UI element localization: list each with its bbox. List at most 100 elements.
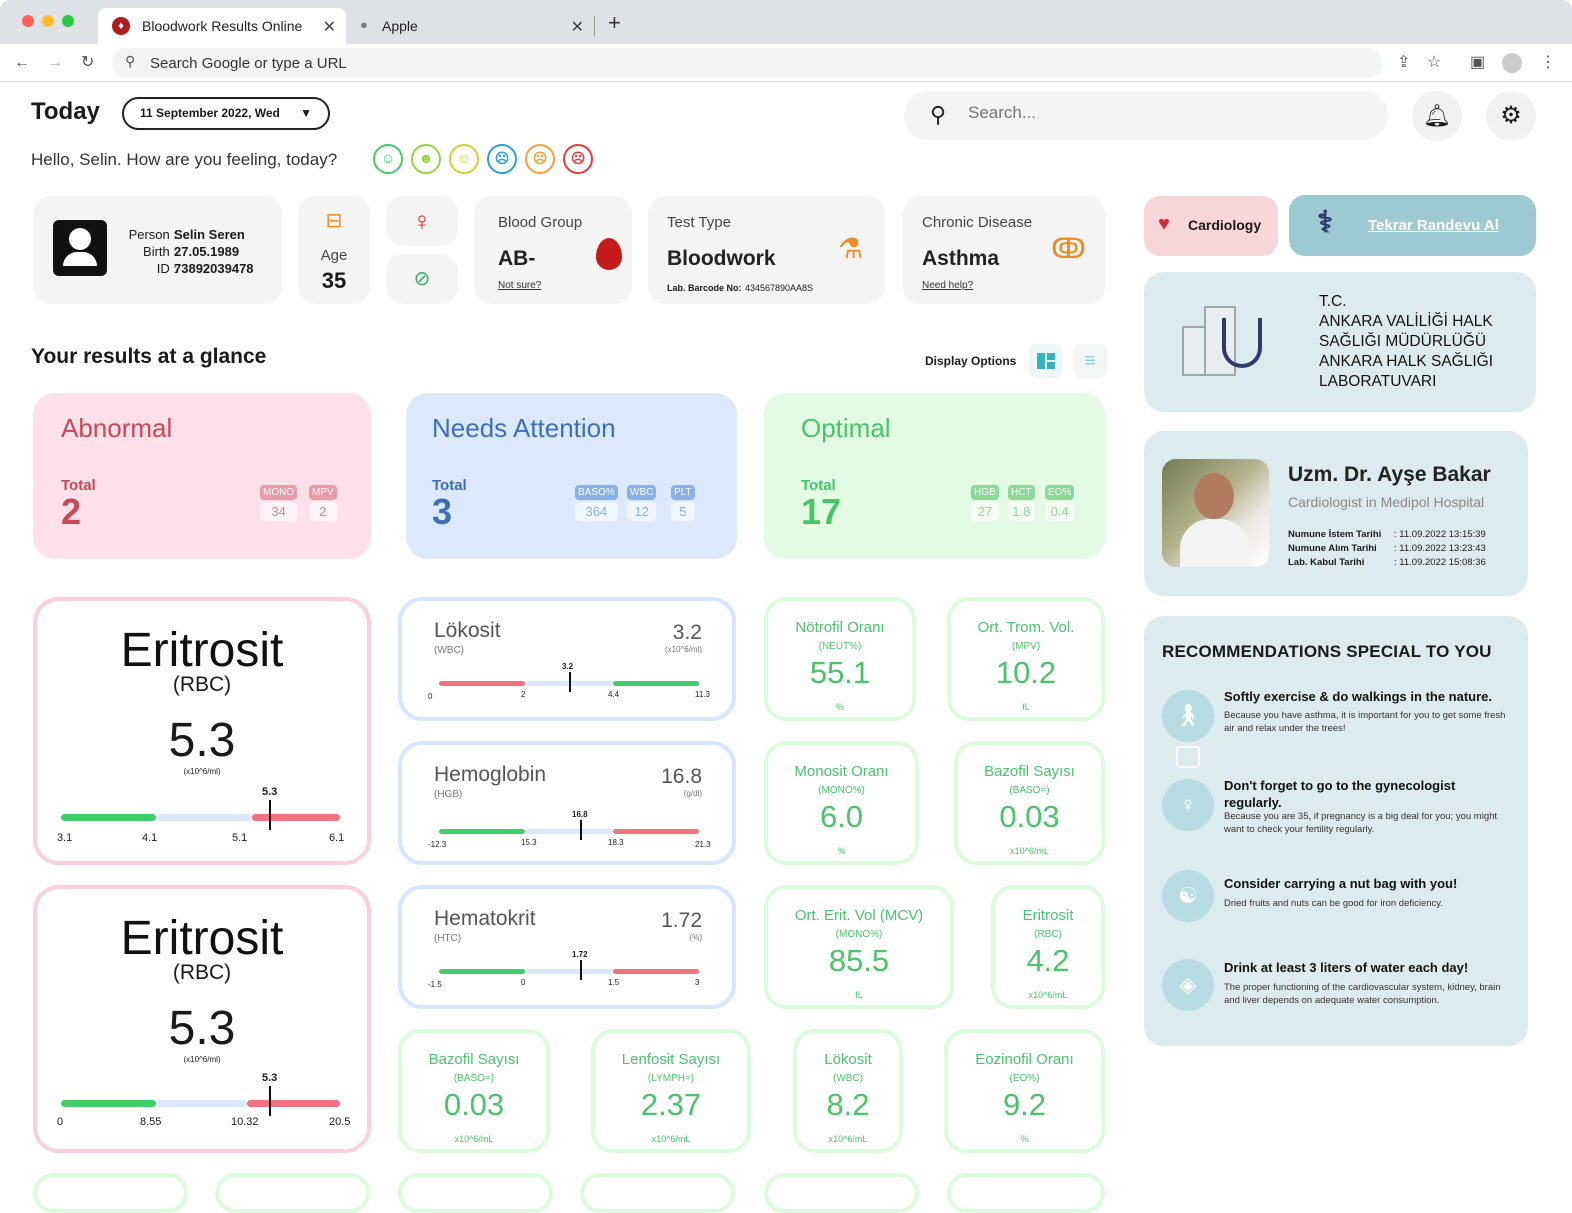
hgb-result-card[interactable]: Hemoglobin (HGB) 16.8 (g/dl) 16.8 -12.3 … <box>398 741 736 865</box>
rbc-result-card[interactable]: Eritrosit (RBC) 5.3 (x10^6/ml) 5.3 3.1 4… <box>33 597 371 865</box>
rbc-result-card[interactable]: Eritrosit (RBC) 5.3 (x10^6/ml) 5.3 0 8.5… <box>33 885 371 1153</box>
test-code: (RBC) <box>172 961 232 984</box>
mood-face-icon[interactable]: ☺ <box>373 144 403 174</box>
attention-summary-card[interactable]: Needs Attention Total 3 BASO% 364 WBC 12 P… <box>406 393 737 559</box>
age-label: Age <box>320 247 348 264</box>
range-bar-low <box>61 1100 156 1107</box>
wbc-result-card[interactable]: Lökosit (WBC) 3.2 (x10^6/ml) 3.2 0 2 4.4… <box>398 597 736 721</box>
wbc-small-result-card[interactable]: Lökosit (WBC) 8.2 x10^6/mL <box>793 1029 903 1153</box>
test-type-value: Bloodwork <box>667 247 776 270</box>
test-name: Monosit Oranı <box>794 763 889 780</box>
browser-tab-apple[interactable]: ● Apple ✕ <box>346 8 594 44</box>
blood-group-value: AB- <box>498 247 536 270</box>
lab-accept-label: Lab. Kabul Tarihi <box>1288 557 1365 568</box>
browser-tab-bloodwork[interactable]: ♦ Bloodwork Results Online ✕ <box>98 8 346 44</box>
menu-kebab-icon[interactable]: ⋮ <box>1540 52 1556 74</box>
forward-icon[interactable]: → <box>47 52 63 74</box>
sample-taken-value: : 11.09.2022 13:23:43 <box>1394 543 1486 554</box>
side-panel-icon[interactable]: ▣ <box>1470 52 1485 74</box>
test-name: Nötrofil Oranı <box>795 619 885 636</box>
id-number: 73892039478 <box>174 261 254 276</box>
settings-gear-icon[interactable]: ⚙ <box>1486 91 1536 141</box>
not-sure-link[interactable]: Not sure? <box>498 280 541 291</box>
close-tab-icon[interactable]: ✕ <box>571 17 584 37</box>
result-card-partial[interactable] <box>764 1173 919 1213</box>
grid-view-icon-part <box>1047 353 1055 360</box>
chip-value: 364 <box>575 502 618 521</box>
range-bar-high <box>613 681 699 686</box>
minimize-window-button[interactable] <box>42 15 54 27</box>
need-help-link[interactable]: Need help? <box>922 280 973 291</box>
tick-label: 2 <box>521 690 526 699</box>
optimal-summary-card[interactable]: Optimal Total 17 HGB 27 HCT 1.8 EO% 0.4 <box>764 393 1105 559</box>
rbc-small-result-card[interactable]: Eritrosit (RBC) 4.2 x10^6/mL <box>991 885 1105 1009</box>
search-box[interactable]: ⚲ <box>904 91 1388 140</box>
tick-label: 15.3 <box>521 838 537 847</box>
neut-result-card[interactable]: Nötrofil Oranı (NEUT%) 55.1% <box>764 597 916 721</box>
close-tab-icon[interactable]: ✕ <box>323 17 336 37</box>
mono-result-card[interactable]: Monosit Oranı (MONO%) 6.0% <box>764 741 919 865</box>
mood-face-icon[interactable]: ☺ <box>449 144 479 174</box>
birthday-cake-icon: ⊟ <box>325 210 343 232</box>
tick-label: 0 <box>521 978 526 987</box>
search-input[interactable] <box>968 103 1348 123</box>
address-bar[interactable]: ⚲ Search Google or type a URL <box>112 48 1382 78</box>
chip-value: 2 <box>309 502 337 521</box>
baso-result-card[interactable]: Bazofil Sayısı (BASO=) 0.03 x10^6/mL <box>954 741 1105 865</box>
tick-label: 4.4 <box>608 690 620 699</box>
test-code: (NEUT%) <box>818 641 862 652</box>
appointment-button[interactable]: ⚕ Tekrar Randevu Al <box>1289 195 1536 256</box>
test-code: (MONO%) <box>818 785 865 796</box>
recommendation-desc: Dried fruits and nuts can be good for ir… <box>1224 898 1443 909</box>
id-label: ID : <box>156 261 177 276</box>
marker-label: 3.2 <box>562 662 574 671</box>
test-code: (HGB) <box>434 789 463 800</box>
back-icon[interactable]: ← <box>14 52 30 74</box>
list-view-icon[interactable]: ≡ <box>1073 344 1107 378</box>
bookmark-star-icon[interactable]: ☆ <box>1427 52 1441 74</box>
result-card-partial[interactable] <box>33 1173 188 1213</box>
birth-label: Birth : <box>143 244 177 259</box>
lymph-result-card[interactable]: Lenfosit Sayısı (LYMPH=) 2.37 x10^6/mL <box>591 1029 751 1153</box>
chronic-disease-card: Chronic Disease Asthma Need help? ↂ <box>903 196 1105 304</box>
test-code: (WBC) <box>833 1073 863 1084</box>
reload-icon[interactable]: ↻ <box>81 52 94 74</box>
abnormal-summary-card[interactable]: Abnormal Total 2 MONO 34 MPV 2 <box>33 393 371 559</box>
mpv-result-card[interactable]: Ort. Trom. Vol. (MPV) 10.2 fL <box>947 597 1105 721</box>
recommendation-desc: Because you are 35, if pregnancy is a bi… <box>1224 811 1498 835</box>
marker-label: 5.3 <box>262 786 278 798</box>
tick-label: 3.1 <box>57 832 73 844</box>
result-card-partial[interactable] <box>398 1173 553 1213</box>
result-card-partial[interactable] <box>947 1173 1105 1213</box>
hct-result-card[interactable]: Hematokrit (HTC) 1.72 (%) 1.72 -1.5 0 1.… <box>398 885 736 1009</box>
range-bar-low <box>439 681 525 686</box>
test-code: (BASO=) <box>1009 785 1050 796</box>
profile-avatar-icon[interactable] <box>1502 53 1522 73</box>
mood-face-icon[interactable]: ☹ <box>487 144 517 174</box>
share-icon[interactable]: ⇪ <box>1397 52 1410 74</box>
new-tab-icon[interactable]: + <box>608 10 621 36</box>
mcv-result-card[interactable]: Ort. Erit. Vol (MCV) (MONO%) 85.5 fL <box>764 885 954 1009</box>
result-card-partial[interactable] <box>580 1173 735 1213</box>
chip-plt: PLT 5 <box>671 485 695 521</box>
maximize-window-button[interactable] <box>62 15 74 27</box>
recommendation-desc: The proper functioning of the cardiovasc… <box>1224 982 1501 1006</box>
female-icon: ♀ <box>386 196 458 246</box>
tick-label: -1.5 <box>428 980 442 989</box>
cardiology-button[interactable]: ♥ Cardiology <box>1144 196 1278 256</box>
notification-bell-icon[interactable]: 🔔︎ <box>1412 91 1462 141</box>
value-marker <box>580 820 582 840</box>
date-dropdown[interactable]: 11 September 2022, Wed ▼ <box>122 97 330 130</box>
range-bar-high <box>613 969 699 974</box>
mood-face-icon[interactable]: ☹ <box>563 144 593 174</box>
mood-face-icon[interactable]: ☻ <box>411 144 441 174</box>
lab-accept-value: : 11.09.2022 15:08:36 <box>1394 557 1486 568</box>
result-card-partial[interactable] <box>215 1173 370 1213</box>
mood-face-icon[interactable]: ☹ <box>525 144 555 174</box>
close-window-button[interactable] <box>22 15 34 27</box>
eo-result-card[interactable]: Eozinofil Oranı (EO%) 9.2% <box>944 1029 1105 1153</box>
baso-result-card[interactable]: Bazofil Sayısı (BASO=) 0.03 x10^6/mL <box>398 1029 550 1153</box>
test-code: (EO%) <box>1009 1073 1040 1084</box>
grid-view-button[interactable] <box>1029 344 1063 378</box>
tick-label: 18.3 <box>608 838 624 847</box>
